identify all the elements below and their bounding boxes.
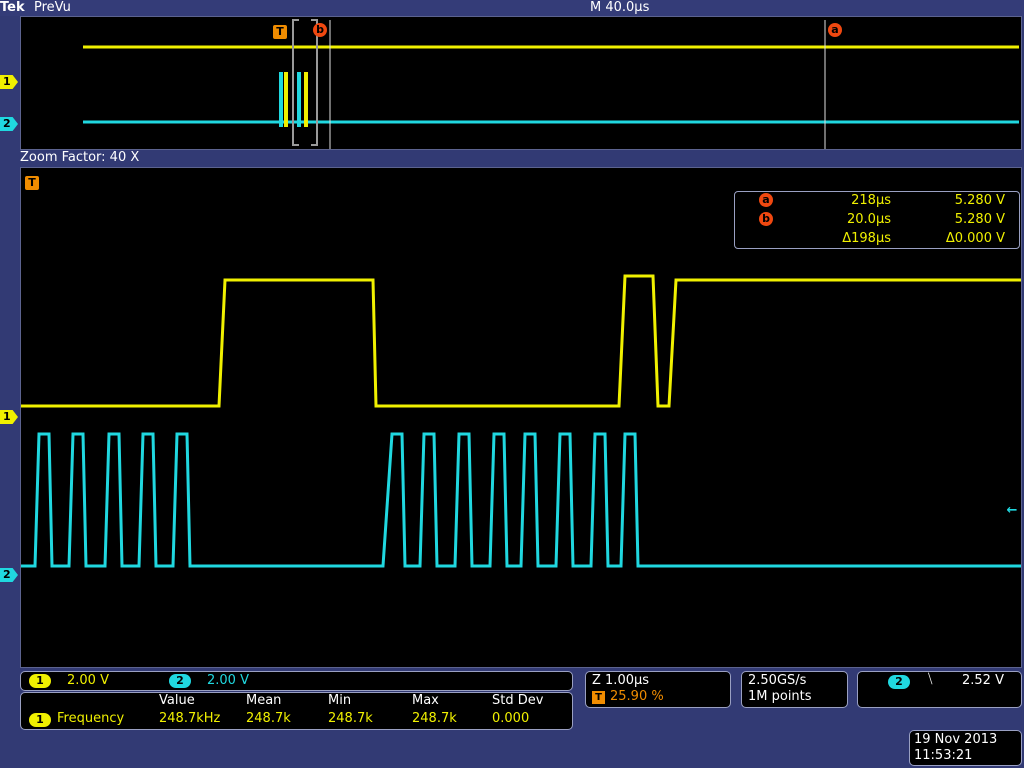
meas-header-min: Min (328, 693, 352, 708)
overview-waveform-display[interactable]: T b a (20, 16, 1022, 150)
cursor-b-time: 20.0µs (847, 212, 891, 227)
meas-header-mean: Mean (246, 693, 282, 708)
overview-burst-1 (279, 72, 283, 127)
overview-traces (83, 19, 1019, 149)
ch1-badge[interactable]: 1 (29, 674, 51, 688)
meas-mean: 248.7k (246, 711, 291, 726)
trigger-position-icon: T (592, 691, 605, 704)
time-text: 11:53:21 (914, 748, 973, 763)
zoom-trigger-marker[interactable]: T (25, 176, 39, 190)
overview-burst-3 (297, 72, 301, 127)
cursor-b-row: b 20.0µs 5.280 V (735, 212, 1019, 231)
trigger-source-badge[interactable]: 2 (888, 675, 910, 689)
overview-ch1-marker[interactable]: 1 (0, 75, 18, 89)
brand-logo: Tek (0, 0, 25, 15)
falling-edge-icon[interactable]: ⧹ (928, 672, 932, 687)
trigger-position[interactable]: 25.90 % (610, 689, 664, 704)
cursor-b-badge: b (759, 212, 773, 226)
meas-source-badge: 1 (29, 713, 51, 727)
sample-rate: 2.50GS/s (748, 673, 807, 688)
top-status-bar (0, 0, 1024, 16)
zoom-bracket-right (311, 19, 318, 146)
overview-cursor-a-marker[interactable]: a (828, 23, 842, 37)
trigger-panel[interactable]: 2 ⧹ 2.52 V (857, 671, 1022, 708)
meas-header-stddev: Std Dev (492, 693, 544, 708)
overview-burst-4 (304, 72, 308, 127)
overview-burst-2 (284, 72, 288, 127)
trigger-level[interactable]: 2.52 V (962, 673, 1004, 688)
zoom-scale[interactable]: Z 1.00µs (592, 673, 649, 688)
date-text: 19 Nov 2013 (914, 732, 998, 747)
ch2-scale[interactable]: 2.00 V (207, 673, 249, 688)
ch2-badge[interactable]: 2 (169, 674, 191, 688)
cursor-a-badge: a (759, 193, 773, 207)
cursor-b-volt: 5.280 V (954, 212, 1005, 227)
cursor-delta-volt: Δ0.000 V (945, 231, 1005, 246)
main-timebase-readout[interactable]: M 40.0µs (590, 0, 649, 15)
zoom-timebase-panel[interactable]: Z 1.00µs T 25.90 % (585, 671, 731, 708)
ch1-scale[interactable]: 2.00 V (67, 673, 109, 688)
zoom-ch1-trace (21, 274, 1021, 408)
cursor-delta-row: Δ198µs Δ0.000 V (735, 231, 1019, 250)
cursor-readout-panel[interactable]: a 218µs 5.280 V b 20.0µs 5.280 V Δ198µs … (734, 191, 1020, 249)
meas-stddev: 0.000 (492, 711, 530, 726)
acquisition-panel[interactable]: 2.50GS/s 1M points (741, 671, 848, 708)
meas-header-max: Max (412, 693, 439, 708)
cursor-a-time: 218µs (851, 193, 891, 208)
zoom-factor-label: Zoom Factor: 40 X (20, 150, 140, 165)
channel-scale-panel[interactable]: 1 2.00 V 2 2.00 V (20, 671, 573, 691)
trigger-level-marker[interactable]: ← (1005, 504, 1019, 518)
overview-trigger-marker[interactable]: T (273, 25, 287, 39)
meas-header-value: Value (159, 693, 195, 708)
meas-max: 248.7k (412, 711, 457, 726)
meas-name[interactable]: Frequency (57, 711, 124, 726)
meas-min: 248.7k (328, 711, 373, 726)
zoom-ch1-marker[interactable]: 1 (0, 410, 18, 424)
cursor-a-volt: 5.280 V (954, 193, 1005, 208)
cursor-delta-time: Δ198µs (842, 231, 891, 246)
record-length: 1M points (748, 689, 812, 704)
overview-cursor-b-marker[interactable]: b (313, 23, 327, 37)
zoom-ch2-marker[interactable]: 2 (0, 568, 18, 582)
zoom-ch2-trace (21, 432, 1021, 568)
cursor-a-row: a 218µs 5.280 V (735, 193, 1019, 212)
date-time-panel: 19 Nov 2013 11:53:21 (909, 730, 1022, 766)
meas-value: 248.7kHz (159, 711, 221, 726)
acquisition-mode-label: PreVu (34, 0, 71, 15)
measurement-panel[interactable]: Value Mean Min Max Std Dev 1 Frequency 2… (20, 692, 573, 730)
overview-ch2-marker[interactable]: 2 (0, 117, 18, 131)
